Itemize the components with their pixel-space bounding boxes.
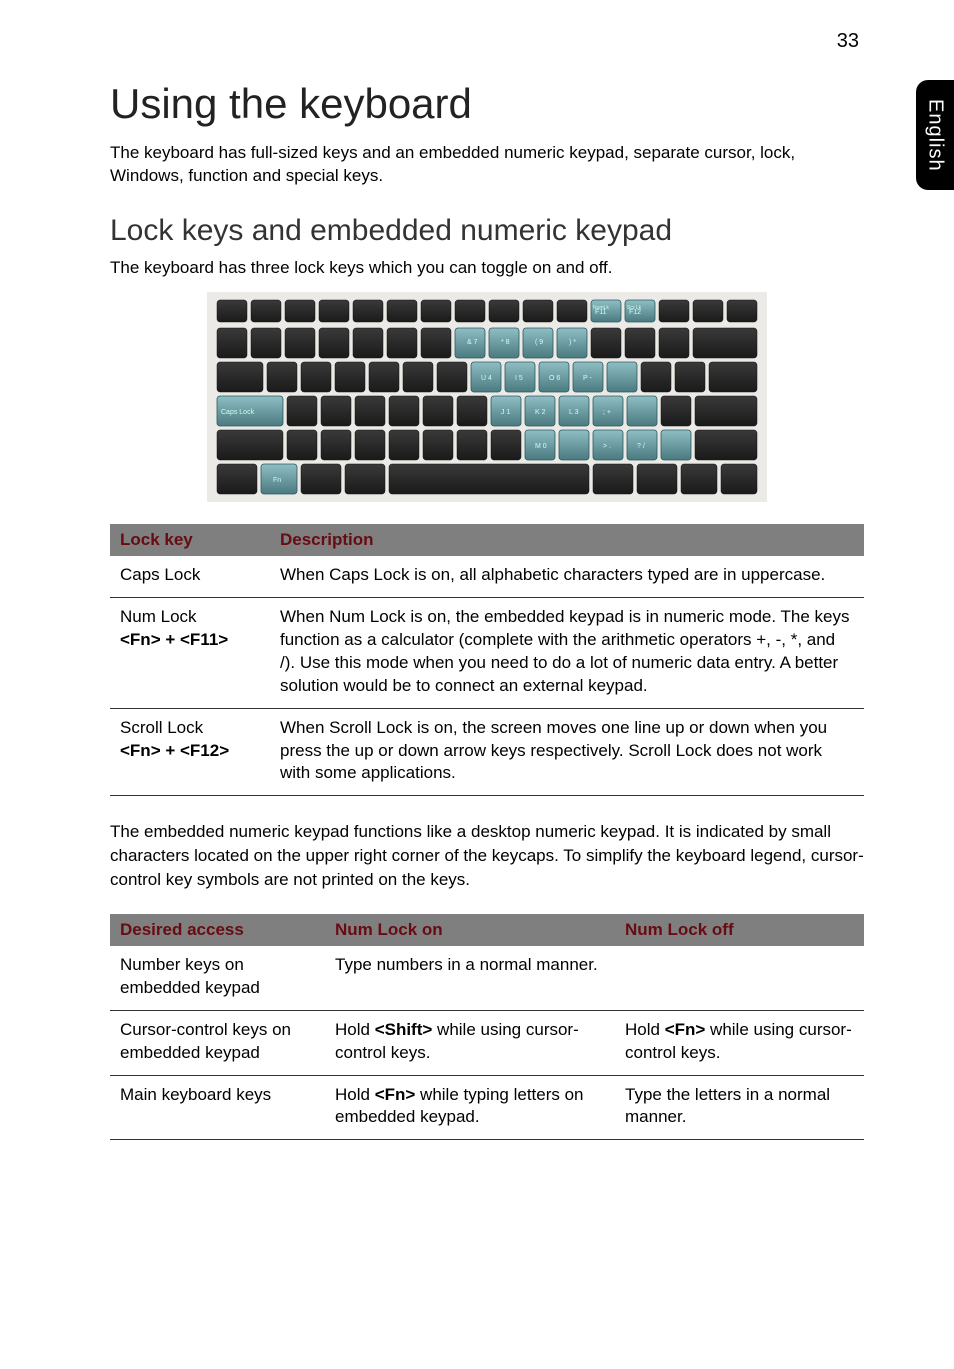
language-tab: English bbox=[916, 80, 954, 190]
key-name: Scroll Lock bbox=[120, 718, 203, 737]
table-header: Num Lock on bbox=[325, 914, 615, 946]
page-title: Using the keyboard bbox=[110, 80, 864, 128]
svg-text:L 3: L 3 bbox=[569, 409, 579, 416]
svg-text:NumLk: NumLk bbox=[593, 305, 609, 311]
section-subtext: The keyboard has three lock keys which y… bbox=[110, 258, 864, 278]
lock-key-cell: Scroll Lock <Fn> + <F12> bbox=[110, 708, 270, 796]
key-combo: <Fn> + <F11> bbox=[120, 630, 228, 649]
numlock-off-cell bbox=[615, 946, 864, 1010]
svg-text:K 2: K 2 bbox=[535, 409, 546, 416]
access-cell: Cursor-control keys on embedded keypad bbox=[110, 1010, 325, 1075]
table-row: Caps Lock When Caps Lock is on, all alph… bbox=[110, 556, 864, 597]
lock-key-cell: Num Lock <Fn> + <F11> bbox=[110, 597, 270, 708]
svg-text:> .: > . bbox=[603, 443, 611, 450]
numlock-on-cell: Hold <Shift> while using cursor-control … bbox=[325, 1010, 615, 1075]
svg-text:Caps Lock: Caps Lock bbox=[221, 409, 255, 416]
access-cell: Main keyboard keys bbox=[110, 1075, 325, 1140]
table-row: Scroll Lock <Fn> + <F12> When Scroll Loc… bbox=[110, 708, 864, 796]
svg-text:; +: ; + bbox=[603, 409, 611, 416]
text: Hold bbox=[335, 1085, 375, 1104]
table-row: Main keyboard keys Hold <Fn> while typin… bbox=[110, 1075, 864, 1140]
page-number: 33 bbox=[837, 30, 859, 53]
description-cell: When Scroll Lock is on, the screen moves… bbox=[270, 708, 864, 796]
svg-text:I 5: I 5 bbox=[515, 375, 523, 382]
table-header: Lock key bbox=[110, 524, 270, 556]
description-cell: When Num Lock is on, the embedded keypad… bbox=[270, 597, 864, 708]
section-title: Lock keys and embedded numeric keypad bbox=[110, 214, 864, 248]
intro-text: The keyboard has full-sized keys and an … bbox=[110, 142, 864, 188]
key-label: <Shift> bbox=[375, 1020, 433, 1039]
svg-text:& 7: & 7 bbox=[467, 339, 478, 346]
page-content: Using the keyboard The keyboard has full… bbox=[0, 0, 954, 1204]
text: Hold bbox=[625, 1020, 665, 1039]
table-row: Cursor-control keys on embedded keypad H… bbox=[110, 1010, 864, 1075]
svg-text:U 4: U 4 bbox=[481, 375, 492, 382]
table-header: Desired access bbox=[110, 914, 325, 946]
description-cell: When Caps Lock is on, all alphabetic cha… bbox=[270, 556, 864, 597]
lock-key-cell: Caps Lock bbox=[110, 556, 270, 597]
svg-text:P -: P - bbox=[583, 375, 592, 382]
numlock-on-cell: Hold <Fn> while typing letters on embedd… bbox=[325, 1075, 615, 1140]
svg-text:M 0: M 0 bbox=[535, 443, 547, 450]
numlock-off-cell: Type the letters in a normal manner. bbox=[615, 1075, 864, 1140]
keyboard-image: Caps Lock Fn F11F12 & 7* 8( 9) * U 4I 5O… bbox=[207, 292, 767, 502]
paragraph: The embedded numeric keypad functions li… bbox=[110, 820, 864, 891]
table-row: Number keys on embedded keypad Type numb… bbox=[110, 946, 864, 1010]
key-label: <Fn> bbox=[665, 1020, 706, 1039]
table-header: Description bbox=[270, 524, 864, 556]
numlock-on-cell: Type numbers in a normal manner. bbox=[325, 946, 615, 1010]
svg-text:* 8: * 8 bbox=[501, 339, 510, 346]
table-row: Num Lock <Fn> + <F11> When Num Lock is o… bbox=[110, 597, 864, 708]
svg-text:) *: ) * bbox=[569, 339, 576, 346]
table-header: Num Lock off bbox=[615, 914, 864, 946]
svg-text:Fn: Fn bbox=[273, 477, 281, 484]
access-cell: Number keys on embedded keypad bbox=[110, 946, 325, 1010]
svg-text:? /: ? / bbox=[637, 443, 645, 450]
desired-access-table: Desired access Num Lock on Num Lock off … bbox=[110, 914, 864, 1141]
svg-text:( 9: ( 9 bbox=[535, 339, 543, 346]
key-combo: <Fn> + <F12> bbox=[120, 741, 229, 760]
language-tab-label: English bbox=[924, 99, 947, 172]
numlock-off-cell: Hold <Fn> while using cursor-control key… bbox=[615, 1010, 864, 1075]
text: Hold bbox=[335, 1020, 375, 1039]
lock-keys-table: Lock key Description Caps Lock When Caps… bbox=[110, 524, 864, 797]
svg-text:J 1: J 1 bbox=[501, 409, 510, 416]
svg-text:Scr Lk: Scr Lk bbox=[627, 305, 642, 311]
svg-text:O 6: O 6 bbox=[549, 375, 560, 382]
key-label: <Fn> bbox=[375, 1085, 416, 1104]
key-name: Num Lock bbox=[120, 607, 197, 626]
